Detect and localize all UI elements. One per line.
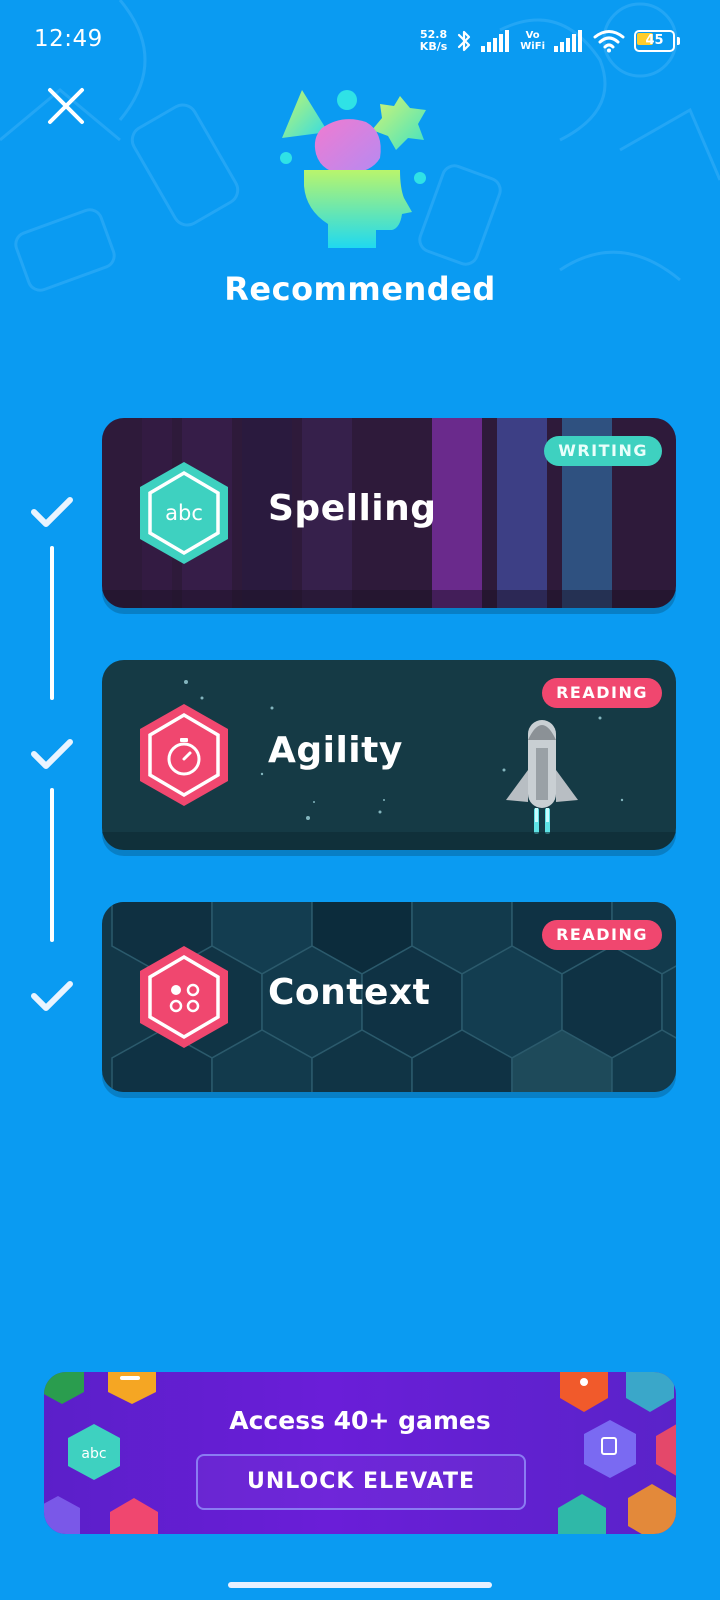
page-title: Recommended bbox=[224, 270, 496, 308]
abc-icon: abc bbox=[140, 462, 228, 564]
close-icon[interactable] bbox=[44, 84, 88, 128]
home-indicator[interactable] bbox=[228, 1582, 492, 1588]
check-icon bbox=[31, 981, 73, 1011]
unlock-banner: abc Access 40+ games UNLOCK ELEVATE bbox=[44, 1372, 676, 1534]
signal-icon-2 bbox=[554, 30, 582, 52]
check-icon bbox=[31, 739, 73, 769]
stopwatch-icon bbox=[140, 704, 228, 806]
game-card-agility[interactable]: Agility READING bbox=[102, 660, 676, 850]
banner-abc-text: abc bbox=[81, 1446, 106, 1462]
category-badge: WRITING bbox=[544, 436, 662, 466]
abc-icon-text: abc bbox=[165, 501, 203, 525]
banner-title: Access 40+ games bbox=[229, 1406, 491, 1435]
wifi-label: WiFi bbox=[520, 41, 545, 52]
signal-icon bbox=[481, 30, 510, 52]
check-icon bbox=[31, 497, 73, 527]
status-time: 12:49 bbox=[34, 26, 103, 52]
battery-indicator: 45 bbox=[634, 30, 680, 52]
battery-tip bbox=[677, 37, 680, 45]
network-speed-unit: KB/s bbox=[419, 40, 448, 53]
brain-head-icon bbox=[280, 90, 426, 248]
vo-label: Vo bbox=[525, 30, 540, 41]
wifi-icon bbox=[593, 30, 625, 53]
progress-track bbox=[28, 480, 76, 1020]
game-card-spelling[interactable]: abc Spelling WRITING bbox=[102, 418, 676, 608]
battery-level: 45 bbox=[645, 33, 664, 48]
vowifi-indicator: Vo WiFi bbox=[520, 30, 545, 52]
progress-connector bbox=[50, 546, 54, 700]
status-icons: 52.8 KB/s Vo WiFi 45 bbox=[420, 26, 680, 56]
card-title: Spelling bbox=[268, 488, 437, 529]
network-speed: 52.8 KB/s bbox=[420, 29, 447, 53]
four-dots-icon bbox=[140, 946, 228, 1048]
card-title: Agility bbox=[268, 730, 403, 771]
bluetooth-icon bbox=[458, 30, 471, 52]
card-title: Context bbox=[268, 972, 431, 1013]
category-badge: READING bbox=[542, 920, 662, 950]
status-bar: 12:49 52.8 KB/s Vo WiFi 45 bbox=[0, 0, 720, 82]
unlock-elevate-button[interactable]: UNLOCK ELEVATE bbox=[196, 1454, 526, 1510]
progress-connector bbox=[50, 788, 54, 942]
category-badge: READING bbox=[542, 678, 662, 708]
game-card-context[interactable]: Context READING bbox=[102, 902, 676, 1092]
